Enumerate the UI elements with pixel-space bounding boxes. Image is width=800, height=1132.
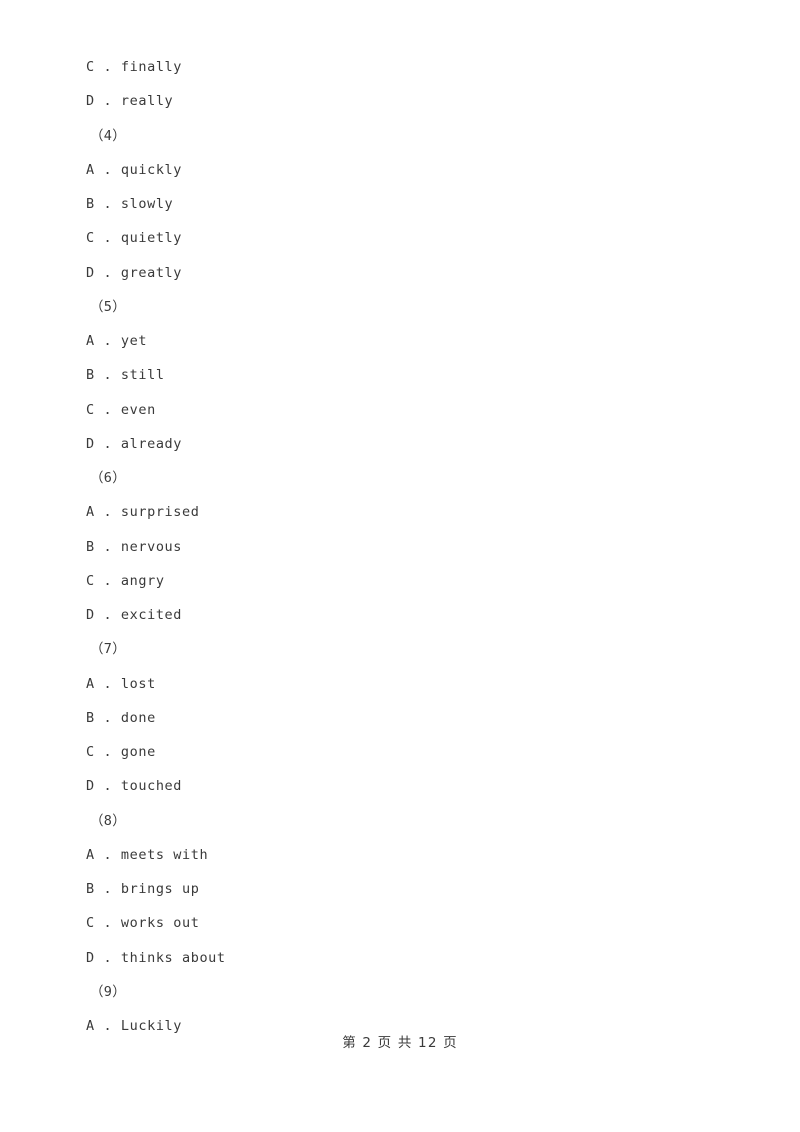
answer-option: D . already	[86, 435, 183, 452]
answer-option: D . really	[86, 93, 174, 110]
answer-option: A . lost	[86, 675, 156, 692]
page-footer: 第 2 页 共 12 页	[342, 1035, 458, 1051]
answer-option: D . greatly	[86, 264, 183, 281]
answer-option: A . surprised	[86, 504, 200, 521]
document-page: C . finally D . really （4） A . quickly B . s…	[0, 0, 800, 1132]
question-number: （4）	[90, 127, 127, 144]
answer-option: B . still	[86, 367, 165, 384]
answer-option: A . meets with	[86, 846, 209, 863]
answer-option: C . angry	[86, 572, 165, 589]
question-number: （5）	[90, 298, 127, 315]
answer-option: B . brings up	[86, 881, 200, 897]
answer-option: D . excited	[86, 607, 183, 623]
question-number: （9）	[90, 983, 127, 1000]
answer-option: C . even	[86, 401, 156, 418]
answer-option: B . slowly	[86, 196, 174, 212]
question-number: （7）	[90, 641, 127, 658]
answer-option: A . yet	[86, 333, 148, 349]
answer-option: A . quickly	[86, 161, 183, 178]
answer-option: B . nervous	[86, 538, 183, 555]
answer-option: C . finally	[86, 59, 183, 75]
question-number: （8）	[90, 812, 127, 829]
question-options-list: C . finally D . really （4） A . quickly B . s…	[86, 50, 726, 1043]
answer-option: C . gone	[86, 744, 156, 760]
answer-option: C . quietly	[86, 230, 183, 247]
answer-option: B . done	[86, 709, 156, 726]
answer-option: C . works out	[86, 915, 200, 932]
answer-option: D . touched	[86, 778, 183, 795]
answer-option: D . thinks about	[86, 949, 226, 966]
question-number: （6）	[90, 470, 127, 486]
